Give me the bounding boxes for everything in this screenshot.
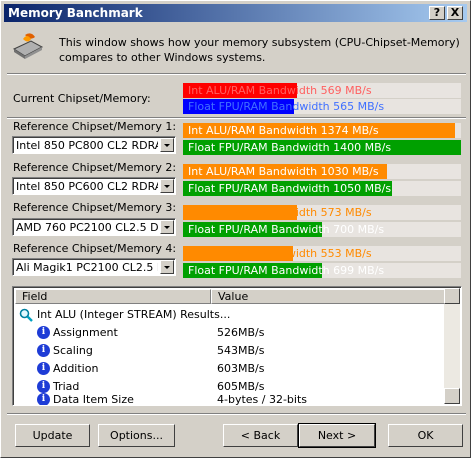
vertical-scrollbar[interactable] — [444, 288, 460, 404]
ref4-float-bar: Float FPU/RAM Bandwidth 699 MB/s — [183, 263, 461, 278]
bar-empty — [455, 123, 461, 138]
scroll-down-button[interactable] — [444, 388, 460, 404]
table-row[interactable]: i Addition 603MB/s — [15, 360, 445, 378]
help-button[interactable]: ? — [429, 6, 445, 20]
ref2-int-text: Int ALU/RAM Bandwidth 1030 MB/s — [188, 165, 379, 178]
reference-4-value: Ali Magik1 PC2100 CL2.5 DDR — [16, 261, 158, 274]
separator — [7, 117, 466, 119]
reference-3-label: Reference Chipset/Memory 3: — [13, 201, 177, 214]
info-icon: i — [37, 393, 50, 405]
memory-benchmark-window: Memory Banchmark ? X This window shows h… — [0, 0, 471, 458]
ref3-int-bar: Int ALU/RAM Bandwidth 573 MB/s — [183, 205, 461, 220]
reference-2-value: Intel 850 PC600 CL2 RDRAM (R — [16, 180, 158, 193]
ref1-float-text: Float FPU/RAM Bandwidth 1400 MB/s — [188, 141, 392, 154]
row-field: Data Item Size — [53, 393, 134, 406]
reference-4-select[interactable]: Ali Magik1 PC2100 CL2.5 DDR — [12, 258, 176, 276]
close-button[interactable]: X — [447, 6, 463, 20]
ref3-float-bar: Float FPU/RAM Bandwidth 700 MB/s — [183, 222, 461, 237]
options-button[interactable]: Options... — [98, 424, 175, 447]
reference-2-label: Reference Chipset/Memory 2: — [13, 161, 177, 174]
reference-4-label: Reference Chipset/Memory 4: — [13, 242, 177, 255]
separator — [7, 413, 466, 415]
row-value: 603MB/s — [217, 362, 265, 375]
info-icon: i — [37, 362, 50, 375]
memory-chip-icon — [12, 33, 44, 59]
ref1-float-bar: Float FPU/RAM Bandwidth 1400 MB/s — [183, 140, 461, 155]
bar-empty — [387, 164, 461, 179]
ref1-int-text: Int ALU/RAM Bandwidth 1374 MB/s — [188, 124, 379, 137]
ok-button[interactable]: OK — [388, 424, 463, 447]
title-bar: Memory Banchmark ? X — [4, 4, 467, 22]
ref1-int-bar: Int ALU/RAM Bandwidth 1374 MB/s — [183, 123, 461, 138]
table-row[interactable]: i Data Item Size 4-bytes / 32-bits — [15, 391, 445, 406]
chevron-down-icon[interactable] — [160, 260, 174, 274]
bar-empty — [392, 181, 461, 196]
row-field: Scaling — [53, 344, 93, 357]
ref2-float-text: Float FPU/RAM Bandwidth 1050 MB/s — [188, 182, 392, 195]
chevron-down-icon[interactable] — [160, 138, 174, 152]
results-grid: Field Value Int ALU (Integer STREAM) Res… — [12, 286, 462, 406]
current-int-text: Int ALU/RAM Bandwidth 569 MB/s — [188, 84, 372, 97]
reference-2-select[interactable]: Intel 850 PC600 CL2 RDRAM (R — [12, 177, 176, 195]
ref2-int-bar: Int ALU/RAM Bandwidth 1030 MB/s — [183, 164, 461, 179]
back-button[interactable]: < Back — [223, 424, 298, 447]
row-field: Addition — [53, 362, 99, 375]
info-icon: i — [37, 326, 50, 339]
current-float-text: Float FPU/RAM Bandwidth 565 MB/s — [188, 100, 385, 113]
row-field: Assignment — [53, 326, 118, 339]
window-title: Memory Banchmark — [8, 6, 143, 20]
next-button[interactable]: Next > — [298, 423, 376, 448]
row-value: 526MB/s — [217, 326, 265, 339]
ref3-int-text: Int ALU/RAM Bandwidth 573 MB/s — [188, 206, 372, 219]
ref3-float-text: Float FPU/RAM Bandwidth 700 MB/s — [188, 223, 385, 236]
current-chipset-label: Current Chipset/Memory: — [13, 92, 151, 105]
column-header-value[interactable]: Value — [211, 289, 445, 304]
chevron-down-icon[interactable] — [160, 220, 174, 234]
current-int-bar: Int ALU/RAM Bandwidth 569 MB/s — [183, 83, 461, 98]
reference-1-label: Reference Chipset/Memory 1: — [13, 120, 177, 133]
magnifier-icon — [19, 308, 33, 322]
table-row[interactable]: i Scaling 543MB/s — [15, 342, 445, 360]
ref4-float-text: Float FPU/RAM Bandwidth 699 MB/s — [188, 264, 385, 277]
reference-1-select[interactable]: Intel 850 PC800 CL2 RDRAM (R — [12, 136, 176, 154]
reference-3-select[interactable]: AMD 760 PC2100 CL2.5 DDR ( — [12, 218, 176, 236]
row-value: 543MB/s — [217, 344, 265, 357]
update-button[interactable]: Update — [15, 424, 90, 447]
group-row[interactable]: Int ALU (Integer STREAM) Results... — [15, 306, 445, 324]
group-label: Int ALU (Integer STREAM) Results... — [37, 308, 231, 321]
ref2-float-bar: Float FPU/RAM Bandwidth 1050 MB/s — [183, 181, 461, 196]
ref4-int-bar: Int ALU/RAM Bandwidth 553 MB/s — [183, 246, 461, 261]
column-header-field[interactable]: Field — [15, 289, 211, 304]
row-value: 4-bytes / 32-bits — [217, 393, 308, 406]
reference-1-value: Intel 850 PC800 CL2 RDRAM (R — [16, 139, 158, 152]
info-icon: i — [37, 344, 50, 357]
separator — [7, 73, 466, 75]
scroll-up-button[interactable] — [444, 288, 460, 304]
table-row[interactable]: i Assignment 526MB/s — [15, 324, 445, 342]
header-description: This window shows how your memory subsys… — [59, 36, 460, 64]
ref4-int-text: Int ALU/RAM Bandwidth 553 MB/s — [188, 247, 372, 260]
chevron-down-icon[interactable] — [160, 179, 174, 193]
reference-3-value: AMD 760 PC2100 CL2.5 DDR ( — [16, 221, 158, 234]
current-float-bar: Float FPU/RAM Bandwidth 565 MB/s — [183, 99, 461, 114]
